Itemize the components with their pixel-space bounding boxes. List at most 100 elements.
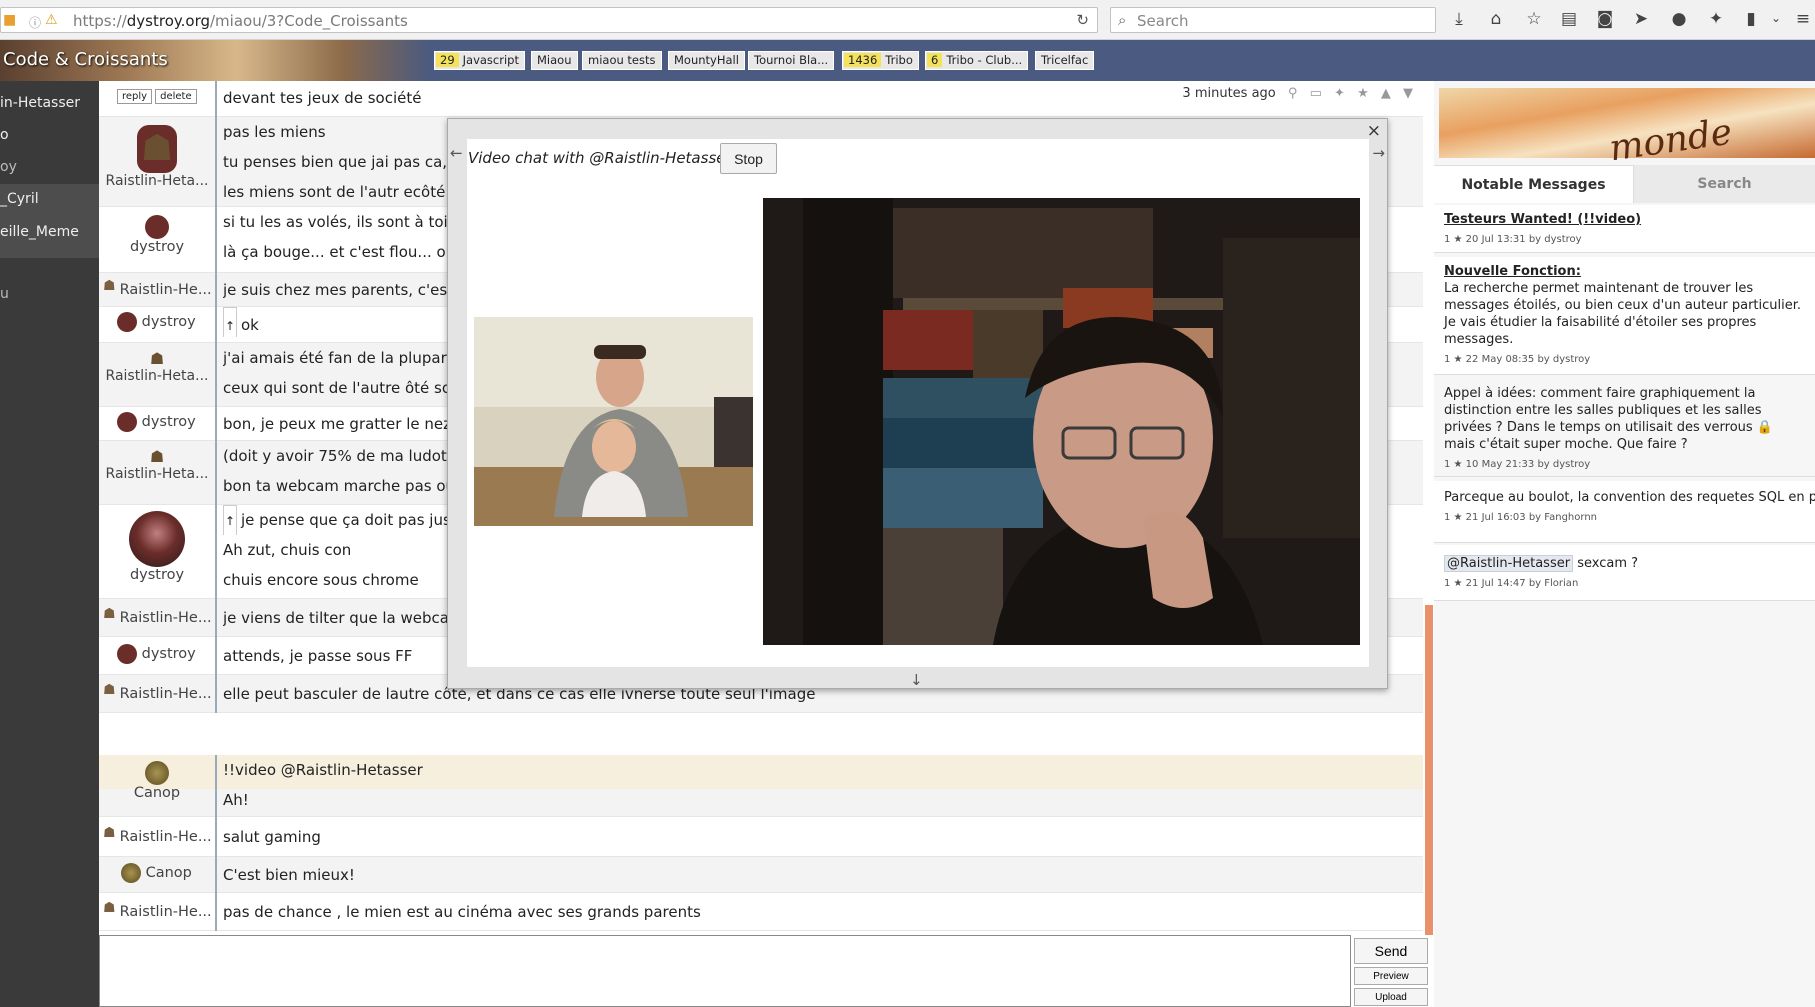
avatar: ☗	[103, 606, 116, 622]
banner-word: monde	[1606, 111, 1735, 170]
sidebar-user[interactable]: in-Hetasser	[0, 88, 99, 120]
arrow-down-icon[interactable]: ↓	[910, 671, 923, 689]
notable-body: sexcam ?	[1573, 556, 1639, 571]
user-mention[interactable]: @Raistlin-Hetasser	[1444, 555, 1574, 572]
upload-button[interactable]: Upload	[1354, 988, 1428, 1006]
author-name[interactable]: dystroy	[142, 414, 196, 430]
room-tab-miaou-tests[interactable]: miaou tests	[582, 51, 662, 70]
tab-notable-messages[interactable]: Notable Messages	[1434, 165, 1634, 203]
room-tab-miaou[interactable]: Miaou	[531, 51, 578, 70]
message-text: Ah!	[223, 791, 249, 809]
author-name[interactable]: Raistlin-He...	[120, 610, 212, 626]
star-icon[interactable]: ★	[1357, 86, 1369, 101]
avatar	[145, 215, 169, 239]
author-name[interactable]: dystroy	[99, 567, 215, 583]
notable-message[interactable]: Appel à idées: comment faire graphiqueme…	[1434, 377, 1815, 477]
avatar: ☗	[149, 349, 165, 368]
message-meta: 3 minutes ago ⚲ ▭ ✦ ★ ▲ ▼	[1182, 86, 1413, 101]
trash-icon[interactable]: ▮	[1740, 9, 1762, 29]
send-tab-icon[interactable]: ➤	[1630, 9, 1652, 29]
chat-icon[interactable]: ●	[1668, 9, 1690, 29]
send-button[interactable]: Send	[1354, 938, 1428, 964]
thumbs-up-icon[interactable]: ▲	[1381, 86, 1391, 101]
search-icon: ⌕	[1118, 11, 1127, 29]
notable-message[interactable]: Testeurs Wanted! (!!video) 1 ★ 20 Jul 13…	[1434, 205, 1815, 253]
room-tab-tribo-club[interactable]: 6 Tribo - Club...	[925, 51, 1029, 70]
window-icon[interactable]: ▭	[1310, 86, 1322, 101]
link-icon[interactable]: ⚲	[1288, 86, 1298, 101]
warning-icon[interactable]: ⚠	[45, 12, 58, 28]
room-tab-tribo[interactable]: 1436 Tribo	[842, 51, 919, 70]
author-name[interactable]: Raistlin-He...	[120, 829, 212, 845]
avatar	[145, 761, 169, 785]
message-author: dystroy	[99, 215, 215, 255]
browser-search-box[interactable]: ⌕ Search	[1110, 7, 1436, 33]
message-controls: reply delete	[117, 89, 200, 104]
author-name[interactable]: Canop	[99, 785, 215, 801]
newspaper-banner: monde	[1439, 88, 1815, 169]
sidebar-user[interactable]: u	[0, 279, 99, 311]
arrow-left-icon[interactable]: ←	[450, 144, 463, 162]
author-name[interactable]: dystroy	[99, 239, 215, 255]
sidebar-user[interactable]: o	[0, 120, 99, 152]
camera-permission-icon[interactable]: ■	[3, 12, 16, 28]
message-author: ☗ Raistlin-He...	[99, 682, 215, 706]
delete-button[interactable]: delete	[155, 89, 197, 104]
chevron-down-icon[interactable]: ⌄	[1765, 11, 1787, 25]
notable-message[interactable]: Parceque au boulot, la convention des re…	[1434, 481, 1815, 543]
home-icon[interactable]: ⌂	[1485, 9, 1507, 29]
notable-title[interactable]: Nouvelle Fonction:	[1444, 263, 1805, 280]
reply-button[interactable]: reply	[117, 89, 153, 104]
message-content: salut gaming	[215, 817, 1423, 857]
pocket-icon[interactable]: ◙	[1594, 9, 1616, 29]
video-chat-title: Video chat with @Raistlin-Hetasser	[468, 149, 732, 167]
message: reply delete devant tes jeux de société 3…	[99, 81, 1423, 117]
message: Canop !!video @Raistlin-Hetasser Ah!	[99, 755, 1423, 817]
author-name[interactable]: Raistlin-Heta...	[99, 173, 215, 189]
author-name[interactable]: Raistlin-Heta...	[99, 466, 215, 482]
notable-message[interactable]: @Raistlin-Hetasser sexcam ? 1 ★ 21 Jul 1…	[1434, 545, 1815, 601]
sidebar-user[interactable]: oy	[0, 152, 99, 184]
author-name[interactable]: Canop	[146, 865, 192, 881]
message: Canop C'est bien mieux!	[99, 857, 1423, 893]
author-name[interactable]: Raistlin-Heta...	[99, 368, 215, 384]
url-text[interactable]: https://dystroy.org/miaou/3?Code_Croissa…	[73, 12, 408, 30]
menu-icon[interactable]: ≡	[1792, 9, 1814, 29]
arrow-right-icon[interactable]: →	[1372, 144, 1385, 162]
stop-button[interactable]: Stop	[720, 143, 777, 174]
preview-button[interactable]: Preview	[1354, 967, 1428, 985]
thumbs-down-icon[interactable]: ▼	[1403, 86, 1413, 101]
author-name[interactable]: Raistlin-He...	[120, 686, 212, 702]
remote-video-image	[763, 198, 1360, 645]
close-icon[interactable]: ×	[1367, 121, 1381, 141]
author-name[interactable]: dystroy	[142, 646, 196, 662]
extension-icon[interactable]: ✦	[1705, 9, 1727, 29]
reload-icon[interactable]: ↻	[1076, 11, 1089, 29]
url-bar[interactable]: ■ ⓘ ⚠ https://dystroy.org/miaou/3?Code_C…	[0, 7, 1098, 33]
room-tab-tricelfac[interactable]: Tricelfac	[1035, 51, 1095, 70]
scroll-indicator[interactable]	[1425, 605, 1433, 935]
reading-list-icon[interactable]: ▤	[1558, 9, 1580, 29]
download-icon[interactable]: ⤓	[1448, 9, 1470, 29]
message-author: dystroy	[99, 312, 215, 332]
avatar: ☗	[149, 447, 165, 466]
room-tab-tournoi[interactable]: Tournoi Bla...	[748, 51, 835, 70]
room-tab-javascript[interactable]: 29 Javascript	[434, 51, 525, 70]
tab-search[interactable]: Search	[1634, 165, 1815, 203]
avatar	[117, 312, 137, 332]
sidebar-user[interactable]: eille_Meme	[0, 216, 99, 258]
author-name[interactable]: dystroy	[142, 314, 196, 330]
reply-arrow-icon[interactable]: ↑	[223, 307, 237, 337]
author-name[interactable]: Raistlin-He...	[120, 904, 212, 920]
info-icon[interactable]: ⓘ	[29, 14, 41, 31]
bookmark-star-icon[interactable]: ☆	[1523, 9, 1545, 29]
reply-arrow-icon[interactable]: ↑	[223, 505, 237, 535]
message-input[interactable]	[99, 935, 1351, 1007]
pin-icon[interactable]: ✦	[1334, 86, 1345, 101]
sidebar-user[interactable]: _Cyril	[0, 184, 99, 216]
room-tab-mountyhall[interactable]: MountyHall	[668, 51, 745, 70]
notable-message[interactable]: Nouvelle Fonction: La recherche permet m…	[1434, 257, 1815, 375]
author-name[interactable]: Raistlin-He...	[120, 282, 212, 298]
message-author: Canop	[99, 863, 215, 883]
notable-title[interactable]: Testeurs Wanted! (!!video)	[1444, 211, 1805, 228]
